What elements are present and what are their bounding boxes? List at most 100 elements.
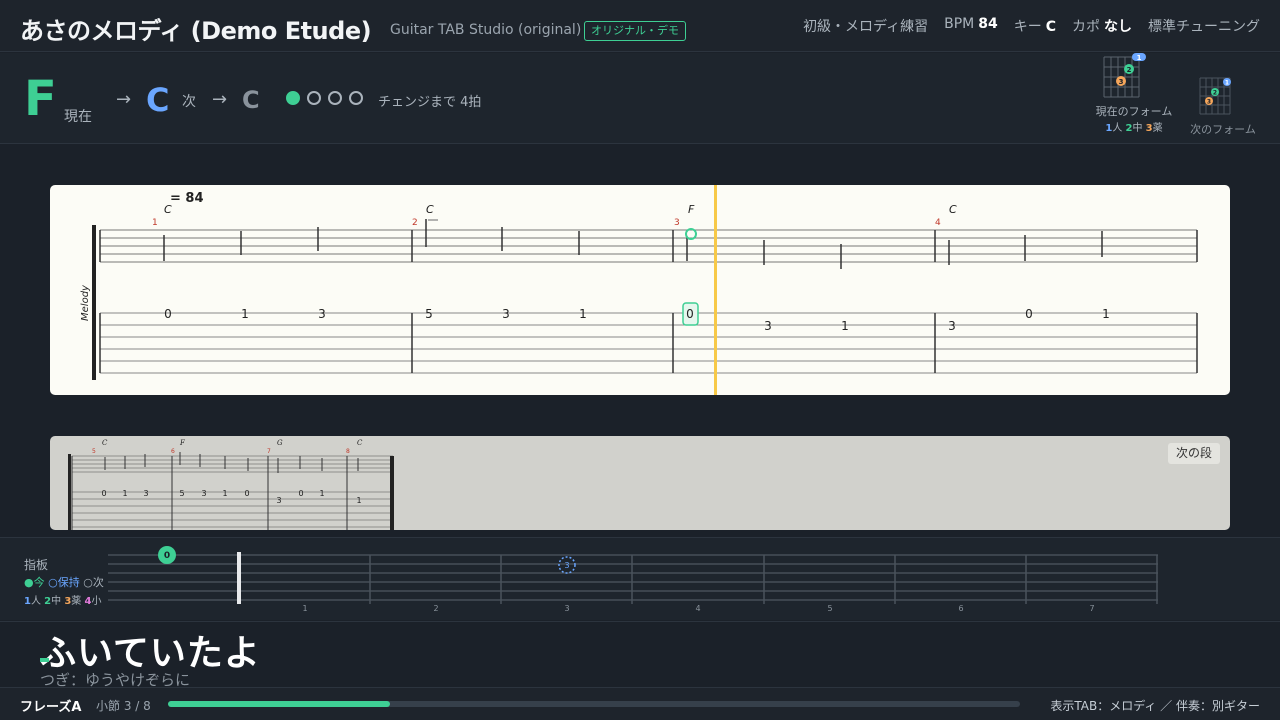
current-form-label: 現在のフォーム [1095, 105, 1173, 118]
bpm-value: 84 [978, 16, 998, 32]
fret-number: 1 [302, 604, 307, 613]
tab-number: 0 [244, 489, 249, 498]
measure-number: 6 [171, 448, 175, 455]
arrow-icon: → [116, 89, 132, 110]
tab-number: 1 [222, 489, 227, 498]
measure-number: 5 [92, 448, 96, 455]
tab-number: 0 [298, 489, 303, 498]
tab-score: Melody = 84 1 C 2 C 3 F 4 C 0 1 3 5 3 1 … [50, 185, 1230, 395]
next-chord-label: 次 [182, 94, 196, 110]
chord-symbol: C [949, 203, 957, 216]
svg-text:1: 1 [1137, 54, 1142, 62]
beat-dot [307, 91, 321, 105]
tab-number: 0 [101, 489, 106, 498]
tab-number: 1 [122, 489, 127, 498]
key-value: C [1045, 19, 1056, 35]
preview-canvas: 5 6 7 8 C F G C 0 1 3 5 3 1 0 3 0 1 1 [68, 439, 394, 530]
tab-number: 3 [502, 307, 510, 321]
fret-number: 7 [1089, 604, 1094, 613]
status-bar: フレーズA 小節 3 / 8 表示TAB：メロディ ／ 伴奏：別ギター [0, 687, 1280, 720]
level-label: 初級・メロディ練習 [803, 19, 929, 35]
svg-text:1: 1 [1225, 80, 1229, 87]
fret-number: 6 [958, 604, 963, 613]
svg-text:2: 2 [1127, 66, 1132, 74]
tuning-label: 標準チューニング [1148, 19, 1260, 35]
tab-number: 5 [425, 307, 433, 321]
chord-diagram-icon: 1 2 3 [1103, 53, 1146, 98]
measure-number: 8 [346, 448, 350, 455]
fret-number: 3 [564, 604, 569, 613]
current-chord: F [24, 71, 57, 127]
phrase-label: フレーズA [20, 700, 82, 715]
standard-staff [100, 229, 1197, 263]
song-title: あさのメロディ (Demo Etude) [20, 17, 372, 45]
next-fret-label: 3 [564, 561, 569, 570]
song-info: 初級・メロディ練習 BPM 84 キー C カポ なし 標準チューニング [803, 16, 1260, 36]
bpm-info: BPM 84 [944, 16, 998, 32]
svg-text:3: 3 [1207, 99, 1211, 106]
next-form-label: 次のフォーム [1190, 123, 1256, 136]
measure-number: 3 [674, 218, 680, 228]
arrow-icon: → [212, 89, 228, 110]
fretboard-title: 指板 [24, 558, 49, 572]
next-chord: C [146, 81, 170, 119]
tab-number: 1 [319, 489, 324, 498]
measure-number: 2 [412, 218, 418, 228]
beat-dot [328, 91, 342, 105]
fretboard-panel: 指板 ●今 ○保持 ○次 1人 2中 3薬 4小 1 2 3 4 5 6 7 0… [0, 537, 1280, 620]
chord-bar: F 現在 → C 次 → C チェンジまで 4拍 1 2 3 現在のフォーム 1… [0, 53, 1280, 144]
tab-number: 3 [201, 489, 206, 498]
measure-number: 4 [935, 218, 941, 228]
current-chord-label: 現在 [64, 109, 92, 125]
measure-counter: 小節 3 / 8 [96, 699, 151, 713]
current-fret-label: 0 [164, 551, 170, 561]
measure-number: 1 [152, 218, 158, 228]
tab-number: 0 [1025, 307, 1033, 321]
svg-text:2: 2 [1213, 90, 1217, 97]
playhead-cursor[interactable] [714, 185, 717, 395]
fret-number: 4 [695, 604, 700, 613]
tab-number: 1 [241, 307, 249, 321]
app-subtitle: Guitar TAB Studio (original) [390, 22, 582, 38]
tab-number: 1 [841, 319, 849, 333]
svg-text:3: 3 [1119, 78, 1124, 86]
next-line-preview: 5 6 7 8 C F G C 0 1 3 5 3 1 0 3 0 1 1 次の… [50, 436, 1230, 530]
key-info: キー C [1013, 19, 1056, 35]
lyric-cursor [40, 658, 49, 662]
capo-value: なし [1104, 19, 1132, 35]
measure-number: 7 [267, 448, 271, 455]
after-next-chord: C [242, 86, 260, 114]
tab-number: 1 [1102, 307, 1110, 321]
chord-symbol: G [277, 439, 283, 447]
tab-number: 3 [318, 307, 326, 321]
beat-dot [349, 91, 363, 105]
finger-legend: 1人 2中 3薬 [1105, 123, 1163, 134]
next-line-button[interactable]: 次の段 [1167, 443, 1220, 464]
beat-dot [286, 91, 300, 105]
fret-number: 5 [827, 604, 832, 613]
tab-number: 1 [356, 496, 361, 505]
chord-symbol: C [164, 203, 172, 216]
chord-symbol: F [688, 203, 695, 216]
capo-info: カポ なし [1072, 19, 1132, 35]
demo-badge: オリジナル・デモ [584, 21, 686, 41]
chord-symbol: C [426, 203, 434, 216]
tempo-marking: = 84 [170, 191, 204, 206]
progress-fill [168, 701, 390, 707]
chord-diagram-icon: 1 2 3 [1199, 77, 1231, 115]
system-bar [92, 225, 96, 380]
tab-number: 0 [164, 307, 172, 321]
chord-symbol: F [179, 439, 186, 447]
fret-number: 2 [433, 604, 438, 613]
tab-number: 3 [143, 489, 148, 498]
tab-number: 1 [579, 307, 587, 321]
barlines [99, 230, 1198, 373]
lyrics-panel: ふいていたよ つぎ：ゆうやけぞらに [0, 621, 1280, 689]
fretboard-diagram: 1 2 3 4 5 6 7 0 3 [108, 546, 1158, 613]
tab-number: 3 [948, 319, 956, 333]
chord-symbol: C [102, 439, 108, 447]
change-countdown: チェンジまで 4拍 [378, 95, 482, 110]
song-progress-bar[interactable] [168, 701, 1020, 707]
tab-staff [100, 312, 1197, 374]
app-header: あさのメロディ (Demo Etude) Guitar TAB Studio (… [0, 0, 1280, 52]
